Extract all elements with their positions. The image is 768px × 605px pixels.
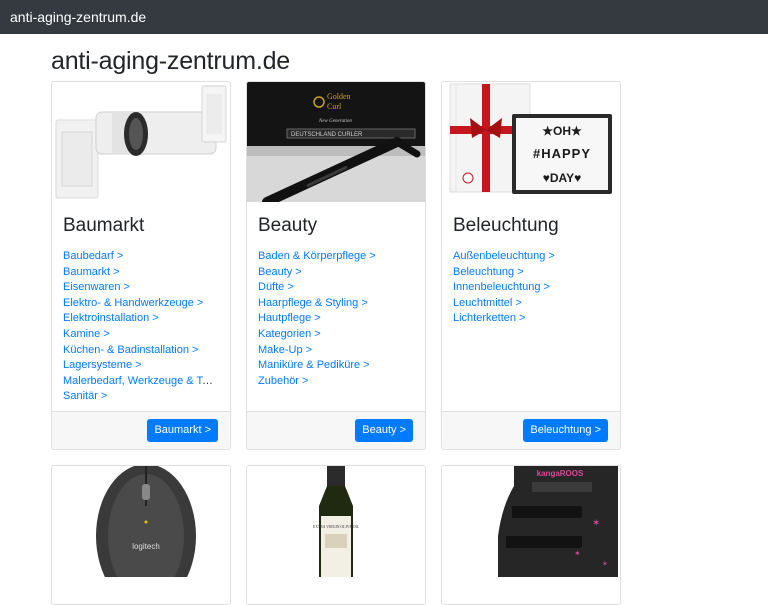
card-image-oil[interactable]: EXTRA VIRGIN OLIVE OIL — [247, 466, 425, 577]
image-strip-text: DEUTSCHLAND CURLER — [291, 132, 363, 138]
subcategory-link[interactable]: Lichterketten > — [453, 312, 525, 324]
navbar-brand[interactable]: anti-aging-zentrum.de — [10, 9, 146, 25]
card-image-beauty[interactable]: Golden Curl New Generation DEUTSCHLAND C… — [247, 82, 425, 202]
subcategory-list-baumarkt: Baubedarf > Baumarkt > Eisenwaren > Elek… — [63, 249, 219, 405]
subcategory-link[interactable]: Baumarkt > — [63, 266, 120, 278]
subcategory-link[interactable]: Düfte > — [258, 281, 294, 293]
card-body-beauty: Beauty Baden & Körperpflege > Beauty > D… — [247, 202, 425, 389]
navbar: anti-aging-zentrum.de — [0, 0, 768, 34]
subcategory-link[interactable]: Elektro- & Handwerkzeuge > — [63, 297, 203, 309]
subcategory-link[interactable]: Malerbedarf, Werkzeuge & Tapeten > — [63, 375, 219, 387]
card-title-beleuchtung: Beleuchtung — [453, 215, 559, 236]
subcategory-link[interactable]: Lagersysteme > — [63, 359, 142, 371]
subcategory-link[interactable]: Innenbeleuchtung > — [453, 281, 550, 293]
subcategory-link[interactable]: Außenbeleuchtung > — [453, 250, 555, 262]
subcategory-link[interactable]: Eisenwaren > — [63, 281, 130, 293]
star-icon: ✶ — [602, 560, 608, 568]
lightbox-text: #HAPPY — [533, 146, 591, 161]
subcategory-link[interactable]: Kamine > — [63, 328, 110, 340]
subcategory-link[interactable]: Kategorien > — [258, 328, 321, 340]
category-card-row2-oil: EXTRA VIRGIN OLIVE OIL — [246, 465, 426, 605]
subcategory-list-beauty: Baden & Körperpflege > Beauty > Düfte > … — [258, 249, 414, 389]
subcategory-link[interactable]: Zubehör > — [258, 375, 308, 387]
image-brand-text: Golden — [327, 92, 351, 101]
subcategory-list-beleuchtung: Außenbeleuchtung > Beleuchtung > Innenbe… — [453, 249, 609, 327]
card-body-baumarkt: Baumarkt Baubedarf > Baumarkt > Eisenwar… — [52, 202, 230, 405]
card-footer-beleuchtung: Beleuchtung > — [442, 411, 620, 449]
card-image-boot[interactable]: kangaROOS ✶ ✶ ✶ — [442, 466, 620, 577]
card-title-baumarkt: Baumarkt — [63, 215, 145, 236]
subcategory-link[interactable]: Elektroinstallation > — [63, 312, 159, 324]
subcategory-link[interactable]: Maniküre & Pediküre > — [258, 359, 370, 371]
star-icon: ✶ — [592, 518, 600, 529]
mouse-brand-text: logitech — [132, 542, 160, 551]
subcategory-link[interactable]: Hautpflege > — [258, 312, 321, 324]
lightbox-text: ★OH★ — [542, 124, 582, 138]
subcategory-link[interactable]: Beauty > — [258, 266, 302, 278]
card-footer-baumarkt: Baumarkt > — [52, 411, 230, 449]
beauty-button[interactable]: Beauty > — [355, 419, 413, 442]
card-image-mouse[interactable]: logitech — [52, 466, 230, 577]
baumarkt-button[interactable]: Baumarkt > — [147, 419, 218, 442]
card-image-beleuchtung[interactable]: ★OH★ #HAPPY ♥DAY♥ — [442, 82, 620, 202]
subcategory-link[interactable]: Haarpflege & Styling > — [258, 297, 368, 309]
lightbox-text: ♥DAY♥ — [543, 171, 581, 185]
category-card-row2-boot: kangaROOS ✶ ✶ ✶ — [441, 465, 621, 605]
subcategory-link[interactable]: Beleuchtung > — [453, 266, 524, 278]
subcategory-link[interactable]: Baubedarf > — [63, 250, 123, 262]
star-icon: ✶ — [574, 549, 581, 558]
wall-vent-image: ☆ — [52, 82, 230, 202]
category-card-row2-mouse: logitech — [51, 465, 231, 605]
page-title: anti-aging-zentrum.de — [51, 47, 290, 75]
subcategory-link[interactable]: Küchen- & Badinstallation > — [63, 344, 198, 356]
image-brand-text: Curl — [327, 102, 342, 111]
subcategory-link[interactable]: Sanitär > — [63, 390, 107, 402]
card-footer-beauty: Beauty > — [247, 411, 425, 449]
olive-oil-bottle-image: EXTRA VIRGIN OLIVE OIL — [247, 466, 425, 577]
card-image-baumarkt[interactable]: ☆ — [52, 82, 230, 202]
category-card-beleuchtung: ★OH★ #HAPPY ♥DAY♥ Beleuchtung Außenbeleu… — [441, 81, 621, 450]
bottle-label-text: EXTRA VIRGIN OLIVE OIL — [313, 525, 360, 529]
curling-iron-image: Golden Curl New Generation DEUTSCHLAND C… — [247, 82, 425, 202]
category-card-baumarkt: ☆ Baumarkt Baubedarf > Baumarkt > Eisenw… — [51, 81, 231, 450]
subcategory-link[interactable]: Leuchtmittel > — [453, 297, 522, 309]
subcategory-link[interactable]: Make-Up > — [258, 344, 312, 356]
category-card-beauty: Golden Curl New Generation DEUTSCHLAND C… — [246, 81, 426, 450]
computer-mouse-image: logitech — [52, 466, 230, 577]
card-title-beauty: Beauty — [258, 215, 318, 236]
image-tagline-text: New Generation — [318, 119, 352, 124]
beleuchtung-button[interactable]: Beleuchtung > — [523, 419, 608, 442]
card-body-beleuchtung: Beleuchtung Außenbeleuchtung > Beleuchtu… — [442, 202, 620, 327]
snow-boot-image: kangaROOS ✶ ✶ ✶ — [442, 466, 620, 577]
lightbox-gift-image: ★OH★ #HAPPY ♥DAY♥ — [442, 82, 620, 202]
boot-brand-text: kangaROOS — [537, 469, 584, 478]
subcategory-link[interactable]: Baden & Körperpflege > — [258, 250, 376, 262]
